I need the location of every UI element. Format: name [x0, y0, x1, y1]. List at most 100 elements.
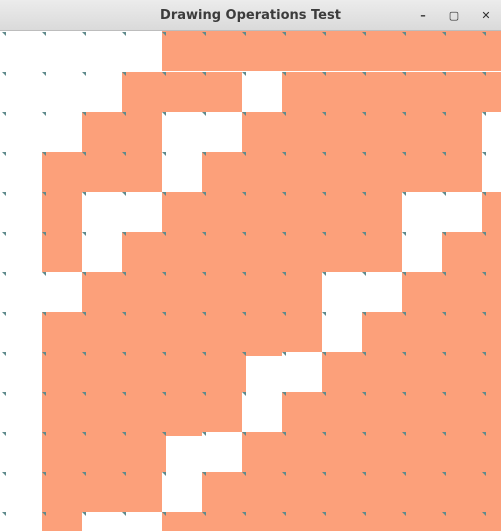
- grid-marker: [242, 472, 246, 476]
- canvas-tile: [162, 72, 202, 112]
- grid-marker: [282, 192, 286, 196]
- app-window: Drawing Operations Test – ▢ ✕: [0, 0, 501, 531]
- canvas-tile: [42, 232, 82, 272]
- grid-marker: [202, 352, 206, 356]
- canvas-tile: [42, 352, 82, 392]
- canvas-tile: [442, 31, 482, 71]
- grid-marker: [322, 192, 326, 196]
- canvas-tile: [482, 312, 501, 352]
- grid-marker: [2, 432, 6, 436]
- grid-marker: [2, 152, 6, 156]
- canvas-cutout: [86, 196, 122, 271]
- canvas-tile: [82, 312, 122, 352]
- grid-marker: [282, 472, 286, 476]
- grid-marker: [282, 512, 286, 516]
- canvas-tile: [322, 232, 362, 272]
- canvas-cutout: [86, 516, 162, 531]
- grid-marker: [82, 432, 86, 436]
- grid-marker: [242, 392, 246, 396]
- grid-marker: [362, 192, 366, 196]
- grid-marker: [2, 312, 6, 316]
- grid-marker: [202, 232, 206, 236]
- grid-marker: [162, 272, 166, 276]
- grid-marker: [202, 72, 206, 76]
- grid-marker: [362, 432, 366, 436]
- grid-marker: [282, 312, 286, 316]
- canvas-tile: [402, 352, 442, 392]
- grid-marker: [322, 512, 326, 516]
- canvas-tile: [122, 432, 162, 472]
- grid-marker: [442, 192, 446, 196]
- canvas-tile: [322, 392, 362, 432]
- canvas-tile: [322, 432, 362, 472]
- canvas-cutout: [246, 356, 282, 431]
- grid-marker: [402, 112, 406, 116]
- canvas-tile: [402, 31, 442, 71]
- grid-marker: [282, 432, 286, 436]
- canvas-tile: [202, 72, 242, 112]
- grid-marker: [122, 32, 126, 36]
- grid-marker: [482, 472, 486, 476]
- grid-marker: [362, 352, 366, 356]
- canvas-tile: [122, 312, 162, 352]
- canvas-tile: [322, 152, 362, 192]
- grid-marker: [322, 352, 326, 356]
- grid-marker: [2, 272, 6, 276]
- canvas-cutout: [246, 71, 282, 111]
- canvas-tile: [482, 192, 501, 232]
- canvas-tile: [482, 472, 501, 512]
- grid-marker: [362, 472, 366, 476]
- close-button[interactable]: ✕: [475, 5, 497, 27]
- drawing-canvas[interactable]: [0, 31, 501, 531]
- grid-marker: [362, 112, 366, 116]
- grid-marker: [282, 32, 286, 36]
- grid-marker: [162, 112, 166, 116]
- canvas-tile: [362, 512, 402, 531]
- grid-marker: [442, 112, 446, 116]
- canvas-tile: [122, 232, 162, 272]
- grid-marker: [362, 512, 366, 516]
- grid-marker: [122, 272, 126, 276]
- canvas-tile: [362, 192, 402, 232]
- grid-marker: [2, 352, 6, 356]
- grid-marker: [282, 72, 286, 76]
- titlebar[interactable]: Drawing Operations Test – ▢ ✕: [0, 0, 501, 31]
- grid-marker: [2, 192, 6, 196]
- grid-marker: [162, 392, 166, 396]
- canvas-tile: [162, 31, 202, 71]
- canvas-tile: [442, 112, 482, 152]
- canvas-tile: [162, 192, 202, 232]
- grid-marker: [42, 432, 46, 436]
- minimize-button[interactable]: –: [412, 5, 434, 27]
- canvas-tile: [282, 392, 322, 432]
- grid-marker: [2, 72, 6, 76]
- canvas-tile: [202, 352, 242, 392]
- grid-marker: [442, 472, 446, 476]
- grid-marker: [122, 432, 126, 436]
- canvas-tile: [242, 192, 282, 232]
- grid-marker: [322, 32, 326, 36]
- canvas-tile: [282, 432, 322, 472]
- grid-marker: [162, 32, 166, 36]
- grid-marker: [402, 312, 406, 316]
- grid-marker: [42, 232, 46, 236]
- canvas-tile: [162, 312, 202, 352]
- canvas-tile: [482, 352, 501, 392]
- canvas-tile: [122, 112, 162, 152]
- canvas-tile: [42, 432, 82, 472]
- canvas-tile: [242, 152, 282, 192]
- canvas-cutout: [166, 116, 202, 191]
- canvas-tile: [362, 72, 402, 112]
- canvas-tile: [242, 472, 282, 512]
- canvas-tile: [162, 512, 202, 531]
- canvas-tile: [482, 72, 501, 112]
- grid-marker: [322, 312, 326, 316]
- canvas-tile: [322, 352, 362, 392]
- canvas-tile: [402, 272, 442, 312]
- canvas-tile: [482, 31, 501, 71]
- grid-marker: [482, 232, 486, 236]
- canvas-tile: [82, 112, 122, 152]
- canvas-tile: [202, 192, 242, 232]
- maximize-button[interactable]: ▢: [443, 5, 465, 27]
- grid-marker: [122, 352, 126, 356]
